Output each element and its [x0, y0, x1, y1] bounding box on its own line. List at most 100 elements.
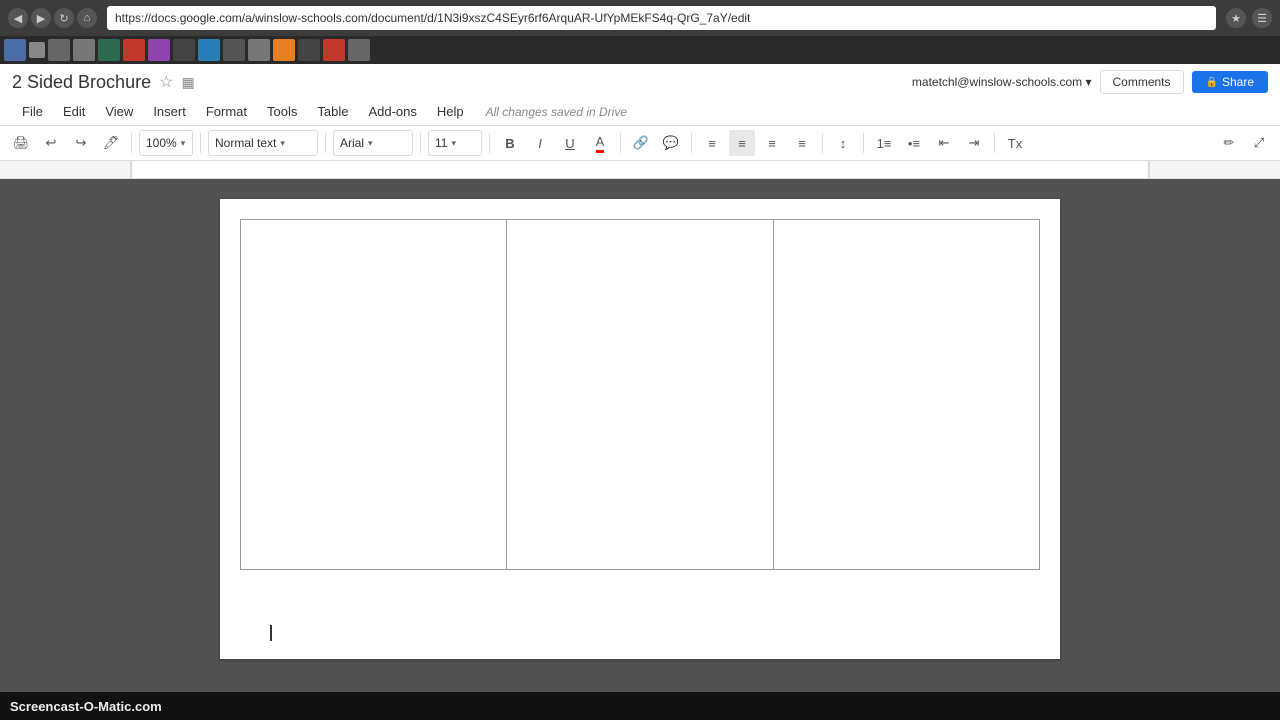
refresh-button[interactable]: ↻	[54, 8, 74, 28]
align-center-button[interactable]: ≡	[729, 130, 755, 156]
align-justify-button[interactable]: ≡	[789, 130, 815, 156]
edit-mode-button[interactable]: ✏	[1216, 130, 1242, 156]
table-cell-2[interactable]	[507, 220, 773, 570]
style-dropdown-arrow: ▾	[280, 138, 285, 149]
home-button[interactable]: ⌂	[77, 8, 97, 28]
browser-nav-buttons: ◀ ▶ ↻ ⌂	[8, 8, 97, 28]
size-dropdown-arrow: ▾	[451, 138, 456, 149]
ordered-list-button[interactable]: 1≡	[871, 130, 897, 156]
document-table	[240, 219, 1040, 570]
menu-addons[interactable]: Add-ons	[358, 100, 426, 123]
ruler-inner	[130, 161, 1150, 178]
ext-icon-6[interactable]	[123, 39, 145, 61]
align-right-button[interactable]: ≡	[759, 130, 785, 156]
insert-comment-button[interactable]: 💬	[658, 130, 684, 156]
user-email: matetchl@winslow-schools.com ▾	[912, 75, 1092, 89]
zoom-dropdown-arrow: ▾	[181, 138, 186, 149]
table-cell-3[interactable]	[773, 220, 1039, 570]
forward-button[interactable]: ▶	[31, 8, 51, 28]
unordered-list-button[interactable]: •≡	[901, 130, 927, 156]
ext-icon-14[interactable]	[323, 39, 345, 61]
paint-format-button[interactable]: 🖊	[98, 130, 124, 156]
gdocs-container: 2 Sided Brochure ☆ ▦ matetchl@winslow-sc…	[0, 64, 1280, 679]
separator-5	[489, 133, 490, 153]
align-left-button[interactable]: ≡	[699, 130, 725, 156]
text-color-button[interactable]: A	[587, 130, 613, 156]
page	[220, 199, 1060, 659]
menu-edit[interactable]: Edit	[53, 100, 95, 123]
ext-icon-1[interactable]	[4, 39, 26, 61]
ext-icon-15[interactable]	[348, 39, 370, 61]
share-label: Share	[1222, 75, 1254, 89]
menu-tools[interactable]: Tools	[257, 100, 307, 123]
table-cell-1[interactable]	[241, 220, 507, 570]
expand-button[interactable]: ⤢	[1246, 130, 1272, 156]
text-cursor	[270, 625, 272, 641]
user-area: matetchl@winslow-schools.com ▾ Comments …	[912, 70, 1268, 94]
toolbar: 🖨 ↩ ↪ 🖊 100% ▾ Normal text ▾ Arial ▾ 11 …	[0, 126, 1280, 161]
ext-icon-13[interactable]	[298, 39, 320, 61]
menu-bar: File Edit View Insert Format Tools Table…	[12, 98, 1268, 125]
menu-table[interactable]: Table	[307, 100, 358, 123]
font-select[interactable]: Arial ▾	[333, 130, 413, 156]
document-area[interactable]	[0, 179, 1280, 679]
address-bar[interactable]: https://docs.google.com/a/winslow-school…	[107, 6, 1216, 30]
browser-toolbar: ◀ ▶ ↻ ⌂ https://docs.google.com/a/winslo…	[0, 0, 1280, 36]
menu-insert[interactable]: Insert	[143, 100, 196, 123]
separator-2	[200, 133, 201, 153]
ruler	[0, 161, 1280, 179]
ext-icon-12[interactable]	[273, 39, 295, 61]
zoom-select[interactable]: 100% ▾	[139, 130, 193, 156]
menu-view[interactable]: View	[95, 100, 143, 123]
undo-button[interactable]: ↩	[38, 130, 64, 156]
style-select[interactable]: Normal text ▾	[208, 130, 318, 156]
increase-indent-button[interactable]: ⇥	[961, 130, 987, 156]
ext-icon-10[interactable]	[223, 39, 245, 61]
ext-icon-2[interactable]	[29, 42, 45, 58]
separator-3	[325, 133, 326, 153]
comments-button[interactable]: Comments	[1100, 70, 1184, 94]
bookmark-button[interactable]: ★	[1226, 8, 1246, 28]
print-button[interactable]: 🖨	[8, 130, 34, 156]
bold-button[interactable]: B	[497, 130, 523, 156]
ext-icon-11[interactable]	[248, 39, 270, 61]
ruler-marks	[131, 161, 1149, 178]
ext-icon-4[interactable]	[73, 39, 95, 61]
autosave-text: All changes saved in Drive	[486, 105, 627, 119]
ext-icon-5[interactable]	[98, 39, 120, 61]
table-row	[241, 220, 1040, 570]
url-text: https://docs.google.com/a/winslow-school…	[115, 11, 750, 25]
menu-format[interactable]: Format	[196, 100, 257, 123]
ext-icon-7[interactable]	[148, 39, 170, 61]
font-dropdown-arrow: ▾	[368, 138, 373, 149]
size-select[interactable]: 11 ▾	[428, 130, 482, 156]
share-button[interactable]: 🔒 Share	[1192, 71, 1268, 93]
star-icon[interactable]: ☆	[159, 72, 173, 92]
back-button[interactable]: ◀	[8, 8, 28, 28]
decrease-indent-button[interactable]: ⇤	[931, 130, 957, 156]
menu-help[interactable]: Help	[427, 100, 474, 123]
clear-formatting-button[interactable]: Tx	[1002, 130, 1028, 156]
title-row: 2 Sided Brochure ☆ ▦ matetchl@winslow-sc…	[12, 70, 1268, 98]
menu-button[interactable]: ☰	[1252, 8, 1272, 28]
line-spacing-button[interactable]: ↕	[830, 130, 856, 156]
gdocs-header: 2 Sided Brochure ☆ ▦ matetchl@winslow-sc…	[0, 64, 1280, 126]
separator-9	[863, 133, 864, 153]
size-value: 11	[435, 136, 447, 150]
underline-button[interactable]: U	[557, 130, 583, 156]
separator-4	[420, 133, 421, 153]
browser-chrome: ◀ ▶ ↻ ⌂ https://docs.google.com/a/winslo…	[0, 0, 1280, 64]
menu-file[interactable]: File	[12, 100, 53, 123]
lock-icon: 🔒	[1206, 77, 1218, 88]
redo-button[interactable]: ↪	[68, 130, 94, 156]
doc-title: 2 Sided Brochure	[12, 72, 151, 93]
page-content[interactable]	[220, 199, 1060, 659]
italic-button[interactable]: I	[527, 130, 553, 156]
ext-icon-3[interactable]	[48, 39, 70, 61]
ext-icon-9[interactable]	[198, 39, 220, 61]
folder-icon[interactable]: ▦	[181, 74, 194, 91]
ext-icon-8[interactable]	[173, 39, 195, 61]
separator-1	[131, 133, 132, 153]
insert-link-button[interactable]: 🔗	[628, 130, 654, 156]
separator-6	[620, 133, 621, 153]
